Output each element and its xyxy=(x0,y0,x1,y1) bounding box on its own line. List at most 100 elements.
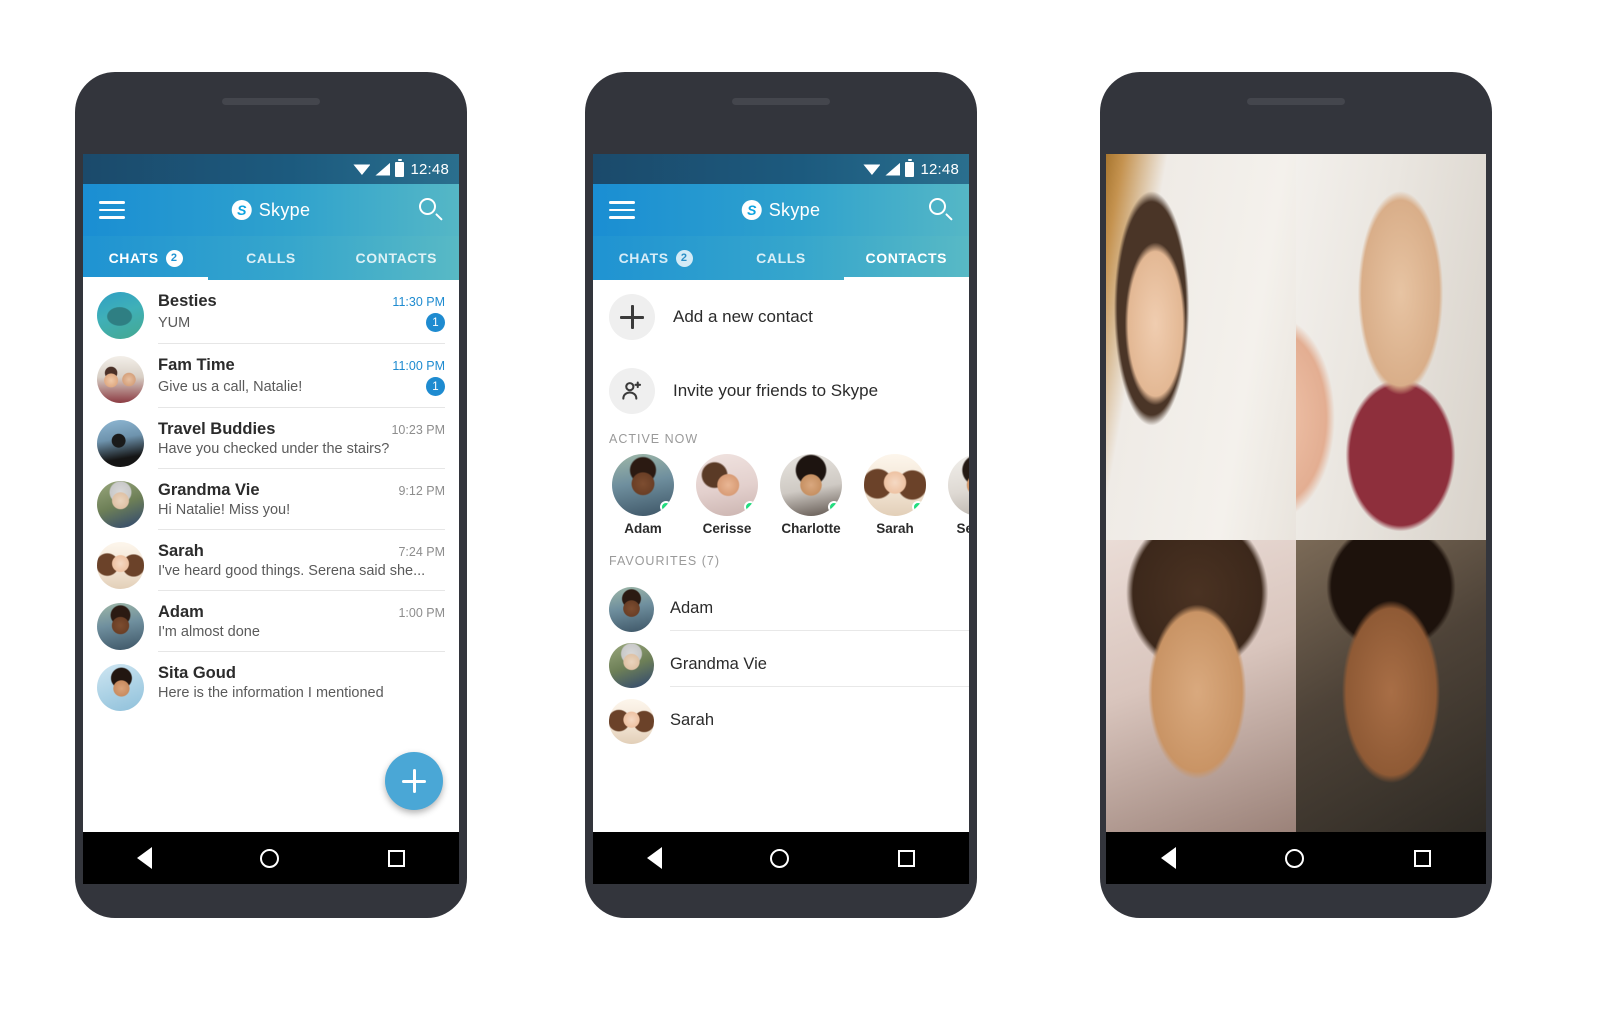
tab-chats[interactable]: CHATS 2 xyxy=(593,236,718,280)
status-bar: 12:48 xyxy=(593,154,969,184)
signal-icon xyxy=(885,162,901,176)
app-bar: S Skype xyxy=(83,184,459,236)
tab-calls-label: CALLS xyxy=(756,250,806,266)
unread-badge: 1 xyxy=(426,313,445,332)
avatar xyxy=(948,454,969,516)
add-new-contact-button[interactable]: Add a new contact xyxy=(593,280,969,354)
tab-calls[interactable]: CALLS xyxy=(718,236,843,280)
back-button[interactable] xyxy=(647,847,663,869)
new-chat-fab[interactable] xyxy=(385,752,443,810)
add-new-contact-label: Add a new contact xyxy=(673,307,813,326)
chat-time: 7:24 PM xyxy=(398,545,445,559)
hamburger-menu-icon[interactable] xyxy=(609,201,635,219)
avatar xyxy=(780,454,842,516)
active-contact-name: Cerisse xyxy=(702,521,752,536)
chat-preview: Give us a call, Natalie! xyxy=(158,378,303,395)
chat-list-item[interactable]: Travel Buddies 10:23 PM Have you checked… xyxy=(83,408,459,469)
back-button[interactable] xyxy=(1160,847,1176,869)
chat-name: Adam xyxy=(158,603,204,621)
active-contact[interactable]: Charlotte xyxy=(777,454,845,536)
chat-preview: YUM xyxy=(158,314,191,331)
tab-contacts-label: CONTACTS xyxy=(355,250,438,266)
tab-bar-phone1: CHATS 2 CALLS CONTACTS xyxy=(83,236,459,280)
hamburger-menu-icon[interactable] xyxy=(99,201,125,219)
recents-button[interactable] xyxy=(897,849,915,867)
home-button[interactable] xyxy=(770,848,790,868)
skype-brand: S Skype xyxy=(231,199,311,221)
avatar xyxy=(97,664,144,711)
video-tile-man-smiling[interactable] xyxy=(1296,540,1486,832)
chat-list-item[interactable]: Fam Time 11:00 PM Give us a call, Natali… xyxy=(83,344,459,408)
video-call-grid[interactable] xyxy=(1106,154,1486,832)
avatar xyxy=(864,454,926,516)
video-bottom-row xyxy=(1106,540,1486,832)
waving-hand xyxy=(1296,262,1365,541)
tab-chats-badge: 2 xyxy=(675,249,693,267)
chat-name: Besties xyxy=(158,292,217,310)
person-add-icon xyxy=(609,368,655,414)
phone-2-contacts: 12:48 S Skype CHATS 2 CALLS CONTACTS Add… xyxy=(585,72,977,918)
active-contact-name: Serena xyxy=(956,521,969,536)
favourite-item[interactable]: Grandma Vie xyxy=(593,632,969,688)
video-tile-man-waving-right[interactable] xyxy=(1296,154,1486,541)
skype-logo-icon: S xyxy=(231,200,252,220)
earpiece-speaker xyxy=(222,98,320,105)
favourite-name: Sarah xyxy=(670,711,715,729)
signal-icon xyxy=(375,162,391,176)
invite-friends-label: Invite your friends to Skype xyxy=(673,381,879,400)
active-contact-name: Charlotte xyxy=(781,521,841,536)
tab-contacts-label: CONTACTS xyxy=(865,250,948,266)
chat-list-item[interactable]: Grandma Vie 9:12 PM Hi Natalie! Miss you… xyxy=(83,469,459,530)
active-now-row[interactable]: Adam Cerisse Charlotte Sarah S xyxy=(593,454,969,542)
status-bar-clock: 12:48 xyxy=(920,160,959,178)
chat-list[interactable]: Besties 11:30 PM YUM 1 Fam Time 11:00 PM xyxy=(83,280,459,832)
chat-preview: Hi Natalie! Miss you! xyxy=(158,502,291,518)
status-bar: 12:48 xyxy=(83,154,459,184)
active-contact-name: Adam xyxy=(624,521,662,536)
active-contact[interactable]: Adam xyxy=(609,454,677,536)
chat-name: Sarah xyxy=(158,542,204,560)
active-contact[interactable]: Sarah xyxy=(861,454,929,536)
home-button[interactable] xyxy=(260,848,280,868)
chat-preview: I'm almost done xyxy=(158,624,260,640)
online-status-dot xyxy=(744,501,756,513)
chat-preview: Here is the information I mentioned xyxy=(158,685,384,701)
chat-list-item[interactable]: Adam 1:00 PM I'm almost done xyxy=(83,591,459,652)
recents-button[interactable] xyxy=(387,849,405,867)
video-tile-woman-waving-left[interactable] xyxy=(1106,154,1296,541)
active-contact-name: Sarah xyxy=(876,521,914,536)
favourite-item[interactable]: Sarah xyxy=(593,688,969,744)
search-icon[interactable] xyxy=(419,198,443,222)
earpiece-speaker xyxy=(732,98,830,105)
avatar xyxy=(609,587,654,632)
video-tile-woman-smiling[interactable] xyxy=(1106,540,1296,832)
favourite-item[interactable]: Adam xyxy=(593,576,969,632)
avatar xyxy=(97,420,144,467)
recents-button[interactable] xyxy=(1414,849,1432,867)
tab-contacts[interactable]: CONTACTS xyxy=(843,236,969,280)
tab-contacts[interactable]: CONTACTS xyxy=(334,236,459,280)
android-nav-bar xyxy=(1106,832,1486,884)
skype-logo-letter: S xyxy=(747,202,757,218)
tab-calls[interactable]: CALLS xyxy=(208,236,333,280)
chat-list-item[interactable]: Besties 11:30 PM YUM 1 xyxy=(83,280,459,344)
tab-calls-label: CALLS xyxy=(246,250,296,266)
chat-list-item[interactable]: Sarah 7:24 PM I've heard good things. Se… xyxy=(83,530,459,591)
chat-time: 11:00 PM xyxy=(392,359,445,373)
chat-list-item[interactable]: Sita Goud Here is the information I ment… xyxy=(83,652,459,712)
app-bar: S Skype xyxy=(593,184,969,236)
home-button[interactable] xyxy=(1285,848,1305,868)
unread-badge: 1 xyxy=(426,377,445,396)
tab-chats-label: CHATS xyxy=(108,250,159,266)
active-contact[interactable]: Cerisse xyxy=(693,454,761,536)
contacts-list[interactable]: Add a new contact Invite your friends to… xyxy=(593,280,969,832)
invite-friends-button[interactable]: Invite your friends to Skype xyxy=(593,354,969,428)
app-title: Skype xyxy=(258,199,311,220)
back-button[interactable] xyxy=(137,847,153,869)
search-icon[interactable] xyxy=(929,198,953,222)
tab-chats[interactable]: CHATS 2 xyxy=(83,236,209,280)
active-contact[interactable]: Serena xyxy=(945,454,969,536)
skype-logo-icon: S xyxy=(741,200,762,220)
video-top-row xyxy=(1106,154,1486,541)
wifi-icon xyxy=(863,164,881,175)
